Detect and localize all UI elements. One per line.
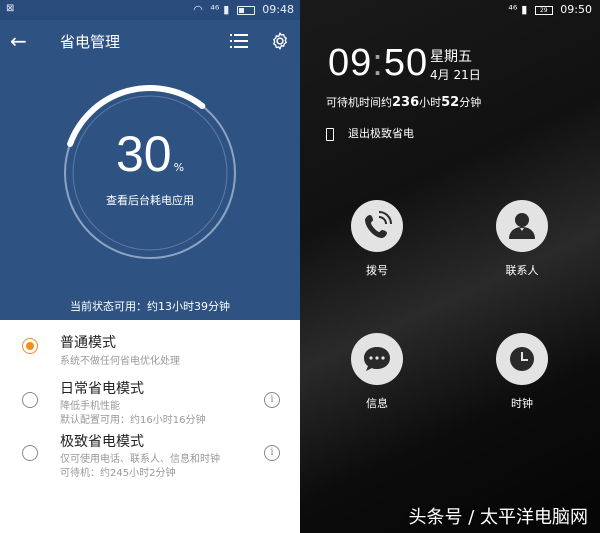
message-icon [351,333,403,385]
ultra-saver-home: ⁴⁶ ▮ 29 09:50 09:50 星期五 4月 21日 可待机时间约236小… [300,0,600,533]
signal-icon: ▮ [521,3,528,16]
network-indicator: ⁴⁶ [508,3,518,16]
weekday: 星期五 [430,49,472,65]
standby-time: 可待机时间约236小时52分钟 [326,94,481,110]
background-apps-link[interactable]: 查看后台耗电应用 [0,192,300,208]
app-label: 信息 [366,397,388,410]
signal-icon: ▮ [223,3,230,16]
contact-icon [496,200,548,252]
power-management-screen: ⊠ ◠ ⁴⁶ ▮ 09:48 ← 省电管理 30 % 查看后台耗电应用 当前状态… [0,0,300,533]
lock-clock: 09:50 [328,42,428,85]
clock-hour: 09 [328,42,373,84]
notification-icon: ⊠ [6,3,15,14]
mode-normal[interactable]: 普通模式 系统不做任何省电优化处理 [0,330,300,370]
exit-label: 退出极致省电 [348,127,414,140]
date: 4月 21日 [430,68,481,82]
gear-icon[interactable] [270,31,290,51]
mode-desc: 降低手机性能 [60,401,120,412]
standby-hours-unit: 小时 [419,96,442,109]
status-bar: ⁴⁶ ▮ 29 09:50 [504,3,592,16]
wifi-icon: ◠ [193,3,203,16]
mode-normal-radio[interactable] [22,338,38,354]
app-label: 拨号 [366,264,388,277]
battery-icon: 29 [534,5,553,15]
battery-panel: ← 省电管理 30% 查看后台耗电应用 当前状态可用：约13小时39分钟 [0,20,300,320]
battery-percent-value: 30 [115,126,172,182]
mode-title: 极致省电模式 [60,434,144,450]
watermark: 头条号 / 太平洋电脑网 [408,507,588,528]
app-label: 时钟 [511,397,533,410]
app-messages[interactable]: 信息 [337,333,417,411]
mode-title: 日常省电模式 [60,381,144,397]
mode-desc-time: 默认配置可用：约16小时16分钟 [60,415,206,426]
list-icon[interactable] [230,33,248,49]
battery-percent-unit: % [173,161,185,174]
standby-prefix: 可待机时间约 [326,96,392,109]
app-label: 联系人 [505,264,539,277]
standby-minutes-unit: 分钟 [459,96,482,109]
clock-colon: : [372,42,384,84]
app-dialer[interactable]: 拨号 [337,200,417,278]
standby-hours: 236 [392,95,420,110]
battery-percent: 30% [0,125,300,183]
mode-desc: 仅可使用电话、联系人、信息和时钟 [60,454,220,465]
mode-desc: 系统不做任何省电优化处理 [60,356,180,367]
exit-ultra-saver-button[interactable]: 退出极致省电 [326,125,414,141]
back-icon[interactable]: ← [10,30,32,52]
info-icon[interactable]: i [264,445,280,461]
battery-icon [236,5,255,15]
status-bar: ⊠ ◠ ⁴⁶ ▮ 09:48 [0,0,300,20]
mode-title: 普通模式 [60,335,116,351]
phone-outline-icon [326,127,334,141]
phone-icon [351,200,403,252]
mode-ultra-saver[interactable]: 极致省电模式 仅可使用电话、联系人、信息和时钟 可待机：约245小时2分钟 i [0,429,300,479]
mode-desc-time: 可待机：约245小时2分钟 [60,468,176,479]
app-bar: ← 省电管理 [0,20,300,62]
clock-icon [496,333,548,385]
mode-daily-radio[interactable] [22,392,38,408]
info-icon[interactable]: i [264,392,280,408]
status-time: 09:50 [560,3,592,16]
mode-daily-saver[interactable]: 日常省电模式 降低手机性能 默认配置可用：约16小时16分钟 i [0,376,300,426]
network-indicator: ⁴⁶ [210,3,220,16]
app-clock[interactable]: 时钟 [482,333,562,411]
mode-ultra-radio[interactable] [22,445,38,461]
standby-minutes: 52 [441,95,460,110]
available-time: 当前状态可用：约13小时39分钟 [70,300,230,313]
app-contacts[interactable]: 联系人 [482,200,562,278]
page-title: 省电管理 [60,33,121,51]
clock-minute: 50 [383,42,429,84]
status-time: 09:48 [262,3,294,16]
